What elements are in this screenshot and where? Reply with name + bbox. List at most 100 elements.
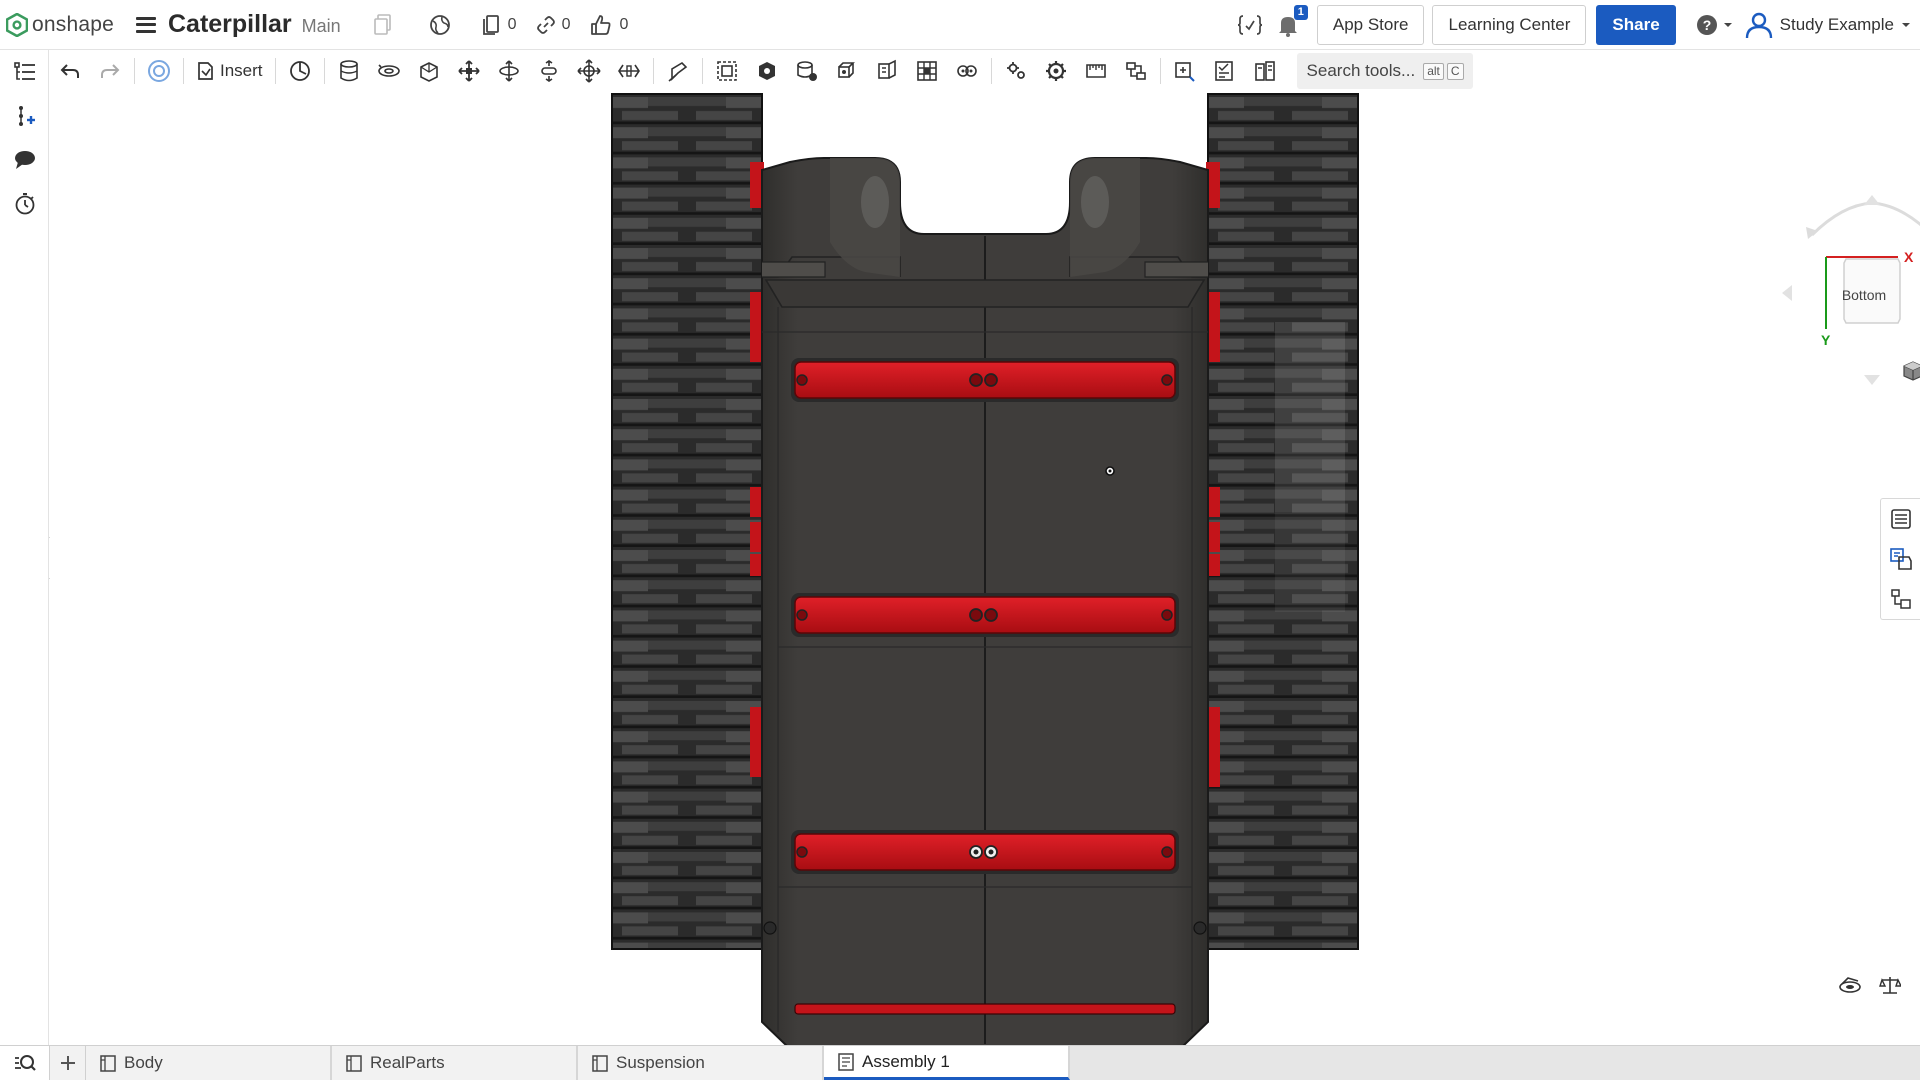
configurations-tool[interactable]	[1245, 52, 1285, 90]
tab-label: Body	[124, 1053, 163, 1072]
variable-studio-icon[interactable]	[1237, 14, 1263, 36]
shortcut-key: alt	[1423, 62, 1444, 80]
tangent-mate-tool[interactable]	[658, 52, 698, 90]
simulation-tool[interactable]	[1116, 52, 1156, 90]
mate-connectors-button[interactable]	[0, 94, 49, 138]
branch-name[interactable]: Main	[302, 12, 341, 37]
mass-properties-button[interactable]	[1870, 973, 1910, 997]
insert-button[interactable]: Insert	[188, 52, 271, 90]
planar-mate-icon	[457, 60, 480, 82]
slider-mate-icon	[419, 62, 438, 82]
fastened-mate-icon	[339, 60, 358, 82]
learning-center-button[interactable]: Learning Center	[1432, 5, 1587, 45]
group-tool[interactable]	[707, 52, 747, 90]
named-views-tool[interactable]	[1165, 52, 1205, 90]
view-cube-face[interactable]: Bottom	[1835, 287, 1893, 303]
fastened-mate-tool[interactable]	[329, 52, 369, 90]
user-menu[interactable]: Study Example	[1744, 10, 1912, 40]
part-studio-icon	[590, 1053, 610, 1073]
copy-document-icon[interactable]	[373, 13, 393, 36]
likes-count: 0	[619, 15, 629, 33]
gear-relation-icon	[837, 62, 855, 78]
tab-realparts[interactable]: RealParts	[332, 1046, 578, 1080]
mate-connector-tool[interactable]	[747, 52, 787, 90]
redo-button[interactable]	[90, 52, 130, 90]
tab-assembly-1[interactable]: Assembly 1	[824, 1046, 1070, 1080]
undo-button[interactable]	[50, 52, 90, 90]
axis-x-label: X	[1904, 249, 1914, 265]
assembly-icon	[836, 1052, 856, 1072]
pin-slot-mate-icon	[540, 60, 557, 82]
tab-bar: Body RealParts Suspension Assembly 1	[0, 1045, 1920, 1080]
search-tools-input[interactable]: Search tools... alt C	[1296, 53, 1473, 89]
app-store-button[interactable]: App Store	[1316, 5, 1425, 45]
part-studio-icon	[98, 1053, 118, 1073]
user-avatar-icon	[1745, 12, 1772, 39]
bom-panel-button[interactable]	[1881, 539, 1920, 579]
comments-button[interactable]	[0, 138, 49, 182]
relation-icon	[796, 61, 817, 81]
search-tools-placeholder: Search tools...	[1306, 61, 1416, 80]
document-header: onshape Caterpillar Main 0 0 0 1 App Sto…	[0, 0, 1920, 50]
help-menu[interactable]: ?	[1696, 14, 1734, 36]
instances-panel-button[interactable]	[1881, 579, 1920, 619]
bill-of-materials-icon	[1890, 548, 1912, 570]
caterpillar-model[interactable]	[50, 92, 1920, 1045]
scale-balance-icon	[1879, 977, 1901, 994]
links-indicator[interactable]: 0	[536, 15, 571, 34]
tab-manager-button[interactable]	[0, 1046, 50, 1080]
linear-relation-icon	[956, 65, 977, 77]
tab-suspension[interactable]: Suspension	[578, 1046, 824, 1080]
main-menu-icon[interactable]	[135, 16, 156, 33]
named-views-icon	[1174, 62, 1195, 82]
screw-relation-icon	[916, 61, 937, 81]
section-view-tool[interactable]	[1036, 52, 1076, 90]
notification-badge: 1	[1293, 5, 1308, 20]
share-button[interactable]: Share	[1596, 5, 1676, 45]
slider-mate-tool[interactable]	[409, 52, 449, 90]
screw-relation-tool[interactable]	[907, 52, 947, 90]
ball-mate-tool[interactable]	[569, 52, 609, 90]
render-mode-button[interactable]	[139, 52, 179, 90]
thumbs-up-icon	[591, 14, 611, 35]
left-panel-rail	[0, 50, 49, 1045]
document-title[interactable]: Caterpillar	[168, 10, 292, 39]
tab-body[interactable]: Body	[86, 1046, 332, 1080]
rack-pinion-tool[interactable]	[867, 52, 907, 90]
planar-mate-tool[interactable]	[449, 52, 489, 90]
explode-tool[interactable]	[996, 52, 1036, 90]
versions-icon	[482, 14, 499, 35]
linear-relation-tool[interactable]	[947, 52, 987, 90]
globe-icon[interactable]	[429, 14, 451, 36]
revolute-mate-tool[interactable]	[369, 52, 409, 90]
likes-indicator[interactable]: 0	[590, 14, 628, 36]
display-states-icon	[1214, 61, 1233, 81]
link-icon	[536, 15, 555, 34]
notifications-button[interactable]: 1	[1277, 5, 1308, 37]
parallel-mate-tool[interactable]	[609, 52, 649, 90]
relation-tool[interactable]	[787, 52, 827, 90]
tangent-mate-icon	[668, 61, 687, 82]
links-count: 0	[561, 15, 571, 33]
history-button[interactable]	[0, 182, 49, 226]
add-tab-button[interactable]	[50, 1046, 86, 1080]
replicate-icon	[289, 61, 310, 81]
display-mode-button[interactable]	[1830, 973, 1870, 997]
insert-icon	[198, 62, 213, 80]
feature-list-button[interactable]	[0, 50, 49, 94]
cylindrical-mate-tool[interactable]	[489, 52, 529, 90]
toolbar-divider	[1159, 58, 1161, 84]
display-states-tool[interactable]	[1205, 52, 1245, 90]
gear-relation-tool[interactable]	[827, 52, 867, 90]
onshape-logo[interactable]: onshape	[6, 0, 114, 50]
tab-label: RealParts	[370, 1053, 445, 1072]
measure-tool[interactable]	[1076, 52, 1116, 90]
replicate-tool[interactable]	[280, 52, 320, 90]
appearance-panel-button[interactable]	[1881, 499, 1920, 539]
view-options-menu[interactable]	[1902, 360, 1920, 382]
group-icon	[716, 61, 737, 81]
view-cube[interactable]: X Y Bottom	[1782, 195, 1920, 395]
pin-slot-mate-tool[interactable]	[529, 52, 569, 90]
versions-indicator[interactable]: 0	[481, 14, 517, 36]
graphics-viewport[interactable]: X Y Bottom	[50, 92, 1920, 1045]
